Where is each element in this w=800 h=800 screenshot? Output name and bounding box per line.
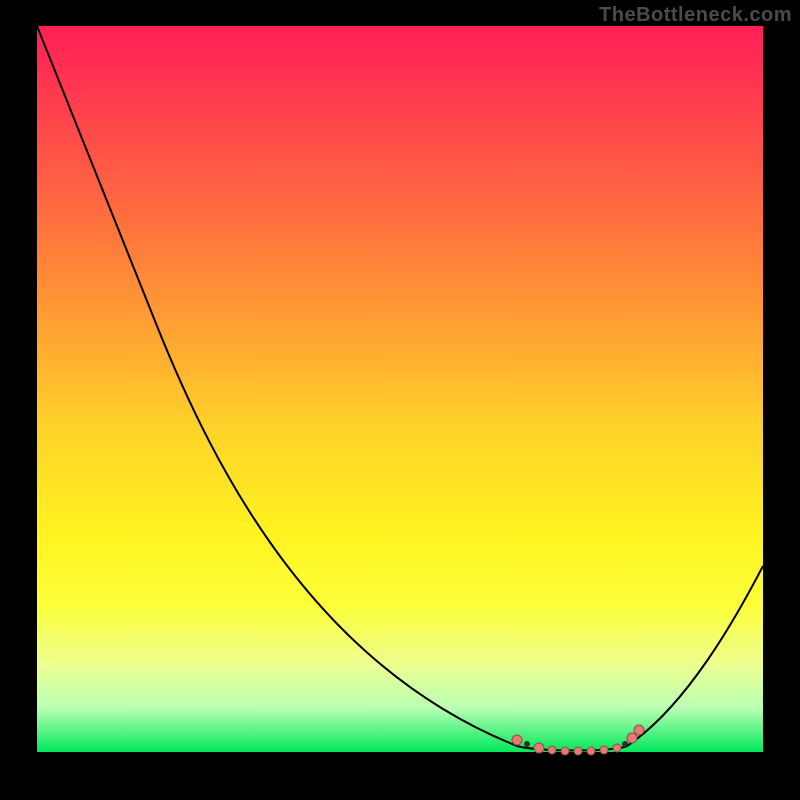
valley-dot: [512, 735, 522, 745]
valley-dot: [574, 747, 582, 755]
valley-dot: [634, 725, 644, 735]
valley-dot: [600, 746, 608, 754]
curve-svg: [37, 26, 763, 752]
valley-dot: [534, 743, 544, 753]
bottleneck-curve: [37, 26, 763, 751]
valley-dot: [622, 741, 628, 747]
valley-dot: [524, 741, 530, 747]
valley-dot: [548, 746, 556, 754]
valley-dot: [627, 733, 637, 743]
valley-dot: [613, 744, 621, 752]
valley-dot: [561, 747, 569, 755]
plot-area: [37, 26, 763, 752]
chart-container: TheBottleneck.com: [0, 0, 800, 800]
valley-dot: [587, 747, 595, 755]
watermark-text: TheBottleneck.com: [599, 4, 792, 27]
